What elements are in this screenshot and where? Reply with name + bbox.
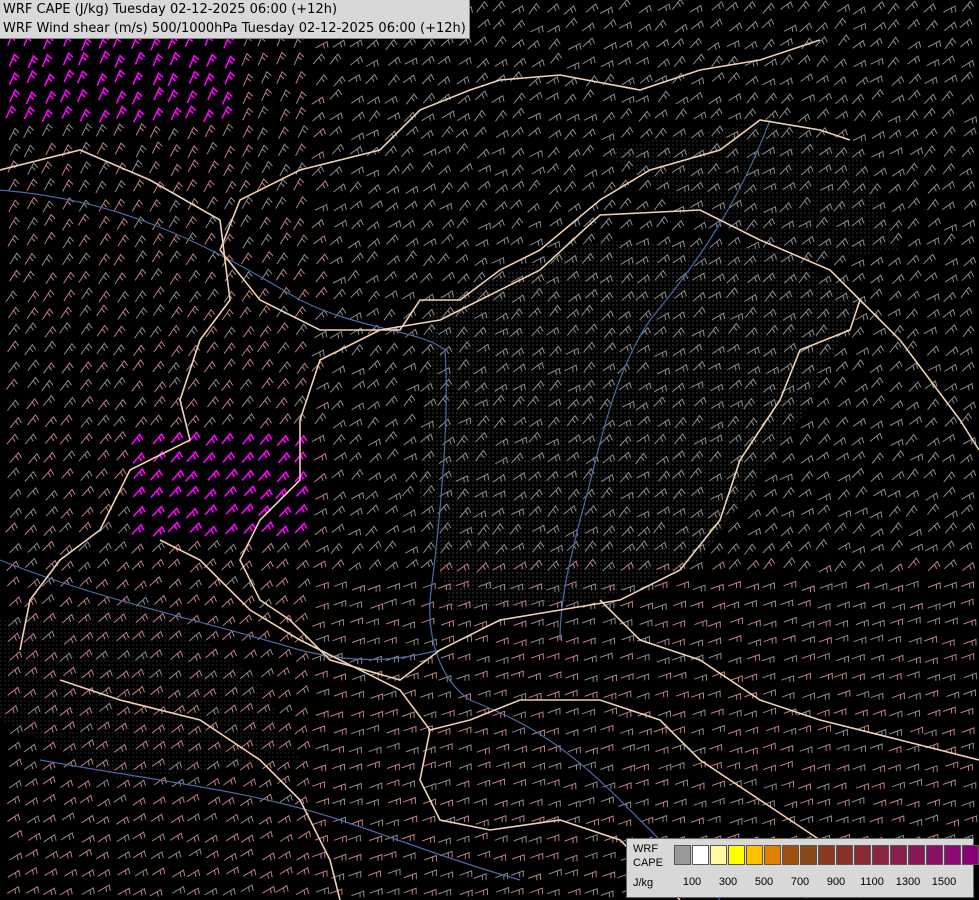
title-cape: WRF CAPE (J/kg) Tuesday 02-12-2025 06:00… [3,2,338,17]
legend-swatch [746,845,763,865]
legend-swatch [818,845,835,865]
legend-tick-label: 1300 [895,876,921,888]
cape-legend: WRF CAPE J/kg 100 300 500 700 900 1100 1300 150… [626,838,979,898]
title-wind-shear: WRF Wind shear (m/s) 500/1000hPa Tuesday… [3,21,466,36]
legend-swatch [926,845,943,865]
legend-swatch [764,845,781,865]
legend-swatch [854,845,871,865]
legend-ticks: 100 300 500 700 900 1100 1300 1500 [674,876,970,890]
legend-swatch [782,845,799,865]
title-box: WRF CAPE (J/kg) Tuesday 02-12-2025 06:00… [0,0,470,39]
legend-tick-label: 700 [790,876,810,888]
legend-tick-label: 100 [682,876,702,888]
legend-swatch [674,845,691,865]
legend-field-label: CAPE [633,857,663,869]
legend-swatch [728,845,745,865]
legend-swatch [890,845,907,865]
legend-swatch [836,845,853,865]
legend-color-scale [674,845,979,865]
legend-swatch [908,845,925,865]
legend-swatch [692,845,709,865]
legend-swatch [962,845,979,865]
legend-tick-label: 500 [754,876,774,888]
legend-swatch [872,845,889,865]
legend-tick-label: 1500 [931,876,957,888]
legend-tick-label: 300 [718,876,738,888]
legend-unit-label: J/kg [633,877,654,889]
legend-swatch [944,845,961,865]
legend-swatch [800,845,817,865]
legend-tick-label: 900 [826,876,846,888]
map-canvas [0,0,979,900]
legend-model-label: WRF [633,843,659,855]
legend-tick-label: 1100 [860,876,884,888]
legend-swatch [710,845,727,865]
